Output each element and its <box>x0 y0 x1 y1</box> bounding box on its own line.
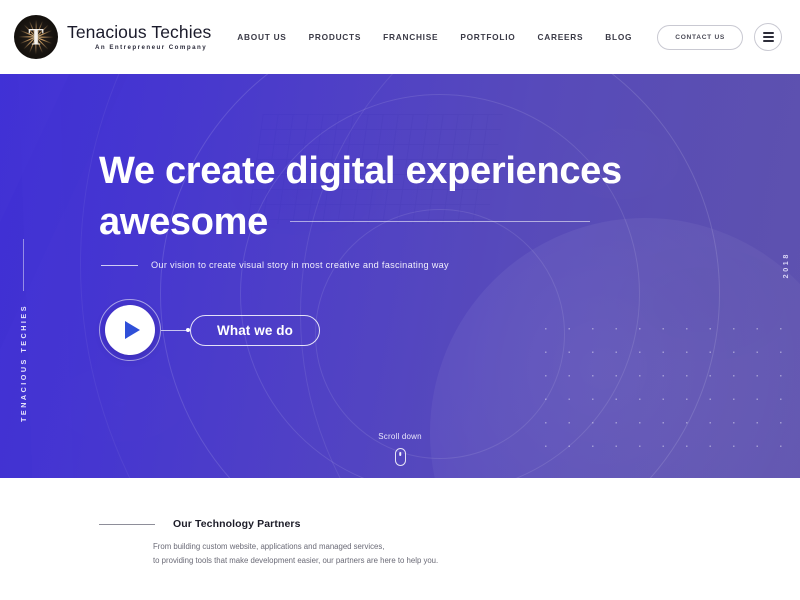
nav-item-portfolio[interactable]: PORTFOLIO <box>449 26 526 48</box>
nav-item-blog[interactable]: BLOG <box>594 26 643 48</box>
cta-connector-line <box>161 329 186 331</box>
hamburger-line <box>762 40 774 42</box>
hero-cta-row: What we do <box>99 299 320 361</box>
partners-description: From building custom website, applicatio… <box>153 540 438 568</box>
contact-us-button[interactable]: CONTACT US <box>657 24 743 50</box>
brand-tagline: An Entrepreneur Company <box>95 43 208 51</box>
hero-headline: We create digital experiences awesome <box>99 146 719 247</box>
brand-text: Tenacious Techies An Entrepreneur Compan… <box>67 23 211 51</box>
site-header: T Tenacious Techies An Entrepreneur Comp… <box>0 0 800 74</box>
partners-heading-rule <box>99 523 155 525</box>
headline-rule <box>290 221 590 223</box>
play-icon <box>105 305 155 355</box>
hamburger-line <box>762 36 774 38</box>
brand-logo[interactable]: T Tenacious Techies An Entrepreneur Comp… <box>14 15 211 59</box>
partners-description-line-1: From building custom website, applicatio… <box>153 542 385 551</box>
hero-year-label: 2018 <box>781 252 790 283</box>
hero-side-label: TENACIOUS TECHIES <box>0 239 46 422</box>
side-brand-label: TENACIOUS TECHIES <box>18 304 28 422</box>
nav-item-careers[interactable]: CAREERS <box>526 26 594 48</box>
mouse-icon <box>394 448 406 466</box>
nav-item-about-us[interactable]: ABOUT US <box>226 26 297 48</box>
nav-item-products[interactable]: PRODUCTS <box>298 26 373 48</box>
partners-description-line-2: to providing tools that make development… <box>153 555 439 565</box>
year-label: 2018 <box>781 252 790 279</box>
subtitle-rule <box>101 264 138 266</box>
technology-partners-section: Our Technology Partners From building cu… <box>0 478 800 600</box>
what-we-do-button[interactable]: What we do <box>190 314 320 346</box>
hamburger-icon[interactable] <box>754 23 782 51</box>
partners-heading-row: Our Technology Partners <box>99 518 301 530</box>
brand-name: Tenacious Techies <box>67 22 212 43</box>
headline-line-2: awesome <box>99 200 268 243</box>
nav-item-franchise[interactable]: FRANCHISE <box>372 26 449 48</box>
hero-content: We create digital experiences awesome Ou… <box>0 74 800 478</box>
hero-subtitle-row: Our vision to create visual story in mos… <box>101 260 449 270</box>
headline-line-2-row: awesome <box>99 197 719 248</box>
play-video-button[interactable] <box>99 299 161 361</box>
hamburger-line <box>762 32 774 34</box>
logo-letter: T <box>28 24 44 50</box>
side-vertical-line <box>22 239 24 291</box>
play-triangle <box>124 321 140 339</box>
headline-line-1: We create digital experiences <box>99 150 622 192</box>
scroll-down-indicator[interactable]: Scroll down <box>0 432 800 466</box>
partners-title: Our Technology Partners <box>173 518 301 530</box>
main-navigation: ABOUT US PRODUCTS FRANCHISE PORTFOLIO CA… <box>226 23 782 51</box>
scroll-down-label: Scroll down <box>378 432 422 441</box>
hero-subtitle: Our vision to create visual story in mos… <box>151 260 449 270</box>
hero-section: We create digital experiences awesome Ou… <box>0 74 800 478</box>
sunburst-t-logo-icon: T <box>14 15 58 59</box>
